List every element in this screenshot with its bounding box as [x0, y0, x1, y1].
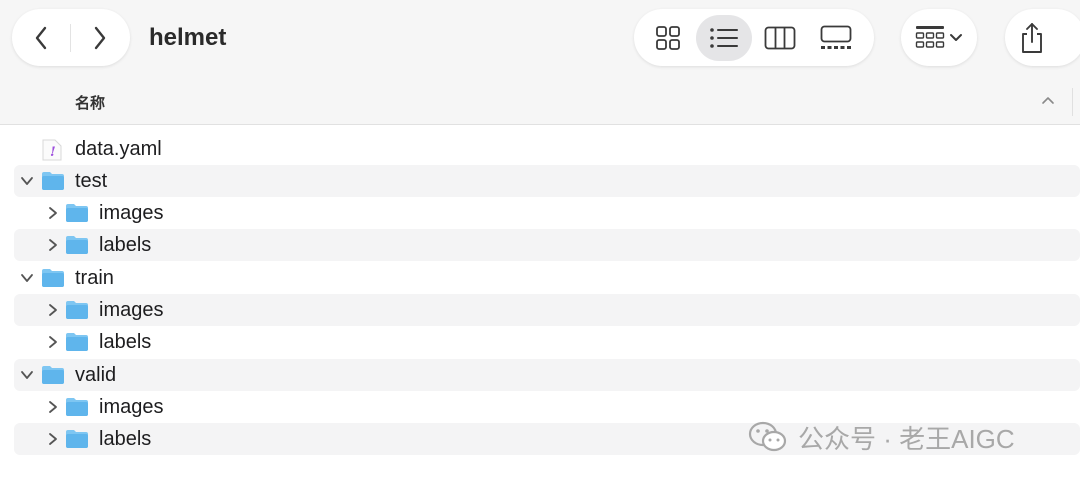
list-item[interactable]: train — [14, 262, 1080, 294]
chevron-right-icon[interactable] — [46, 400, 60, 414]
folder-icon — [66, 236, 88, 254]
grid-icon — [656, 25, 680, 50]
item-label: images — [99, 202, 164, 224]
folder-icon — [66, 430, 88, 448]
item-label: labels — [99, 234, 152, 256]
item-label: images — [99, 396, 164, 418]
list-item[interactable]: labels — [14, 229, 1080, 261]
item-label: valid — [75, 364, 117, 386]
sort-ascending-icon[interactable] — [1041, 95, 1055, 105]
item-label: test — [75, 170, 108, 192]
chevron-left-icon — [35, 26, 47, 49]
watermark-text: 公众号 · 老王AIGC — [798, 423, 1015, 454]
view-list-button[interactable] — [696, 14, 752, 61]
toolbar: helmet — [0, 0, 1080, 80]
folder-icon — [66, 398, 88, 416]
item-label: labels — [99, 331, 152, 353]
watermark: 公众号 · 老王AIGC — [748, 420, 1015, 454]
column-divider — [1072, 88, 1073, 116]
item-label: data.yaml — [75, 138, 162, 160]
item-label: train — [75, 267, 114, 289]
wechat-icon — [748, 421, 787, 452]
list-item[interactable]: ! data.yaml — [14, 133, 1080, 165]
gallery-icon — [820, 25, 852, 49]
folder-icon — [42, 172, 64, 190]
list-header: 名称 — [0, 80, 1080, 125]
folder-icon — [42, 366, 64, 384]
list-item[interactable]: test — [14, 165, 1080, 197]
chevron-right-icon[interactable] — [46, 206, 60, 220]
share-button[interactable] — [1005, 9, 1080, 66]
view-gallery-button[interactable] — [808, 15, 864, 61]
folder-icon — [66, 204, 88, 222]
folder-icon — [42, 269, 64, 287]
columns-icon — [764, 26, 796, 49]
chevron-right-icon[interactable] — [46, 432, 60, 446]
column-header-name[interactable]: 名称 — [75, 92, 105, 113]
list-item[interactable]: images — [14, 197, 1080, 229]
svg-text:!: ! — [50, 145, 56, 160]
item-label: images — [99, 299, 164, 321]
folder-icon — [66, 301, 88, 319]
share-icon — [1022, 22, 1042, 53]
list-item[interactable]: labels — [14, 326, 1080, 358]
window-title: helmet — [149, 24, 227, 51]
forward-button[interactable] — [71, 9, 129, 66]
yaml-file-icon: ! — [42, 139, 62, 161]
group-by-button[interactable] — [901, 9, 977, 66]
list-item[interactable]: images — [14, 294, 1080, 326]
group-grid-icon — [915, 25, 945, 48]
chevron-down-icon — [950, 33, 962, 41]
list-icon — [710, 27, 738, 48]
navigation-group — [12, 9, 130, 66]
chevron-right-icon[interactable] — [46, 238, 60, 252]
chevron-down-icon[interactable] — [20, 368, 34, 382]
view-icons-button[interactable] — [640, 15, 696, 61]
chevron-down-icon[interactable] — [20, 271, 34, 285]
back-button[interactable] — [12, 9, 70, 66]
view-mode-group — [634, 9, 874, 66]
chevron-right-icon[interactable] — [46, 335, 60, 349]
view-columns-button[interactable] — [752, 15, 808, 61]
item-label: labels — [99, 428, 152, 450]
folder-icon — [66, 333, 88, 351]
chevron-right-icon[interactable] — [46, 303, 60, 317]
chevron-down-icon[interactable] — [20, 174, 34, 188]
list-item[interactable]: valid — [14, 359, 1080, 391]
chevron-right-icon — [94, 26, 106, 49]
